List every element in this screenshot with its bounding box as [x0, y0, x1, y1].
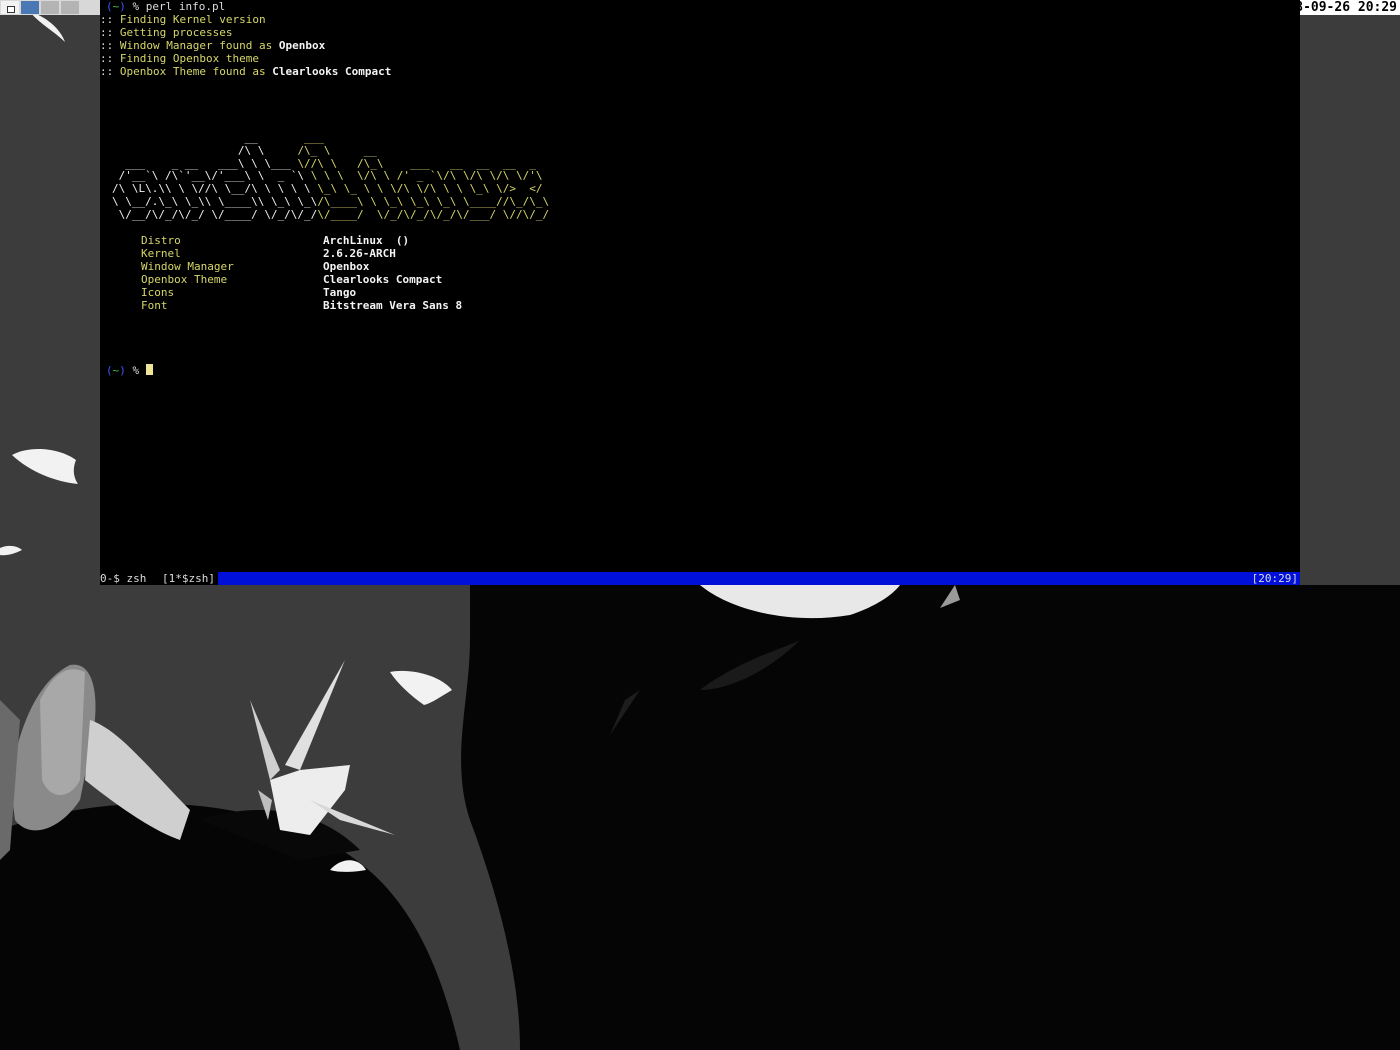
prompt-symbol: %	[132, 0, 140, 13]
info-row-openbox-theme: Openbox Theme Clearlooks Compact	[100, 273, 700, 286]
desktop: 08-09-26 20:29 (~) % perl info.pl :: Fin…	[0, 0, 1400, 1050]
info-row-icons: Icons Tango	[100, 286, 700, 299]
screen-statusbar: 0-$ zsh [1*$zsh] [20:29]	[100, 572, 1300, 585]
status-message: :: Finding Openbox theme	[100, 52, 259, 65]
text-cursor	[145, 364, 153, 375]
prompt-paren: )	[119, 0, 126, 13]
screen-window-0[interactable]: 0-$ zsh	[100, 572, 162, 585]
info-row-kernel: Kernel 2.6.26-ARCH	[100, 247, 700, 260]
info-row-window-manager: Window Manager Openbox	[100, 260, 700, 273]
info-value: Tango	[323, 286, 357, 299]
statusbar-time: [20:29]	[1251, 572, 1298, 585]
prompt-paren: (	[106, 364, 113, 377]
screen-window-1[interactable]: [1*$zsh]	[162, 572, 218, 585]
prompt-paren: (	[106, 0, 113, 13]
info-key: Icons	[141, 286, 175, 299]
info-value: Clearlooks Compact	[323, 273, 443, 286]
ascii-art-logo: __ ___ /\ \ /\_ \ __ ___ _ __ ___\ \ \__…	[112, 131, 550, 221]
prompt-line[interactable]: (~) %	[106, 364, 153, 377]
info-key: Openbox Theme	[141, 273, 228, 286]
desktop-pager[interactable]	[0, 0, 100, 15]
status-message: :: Openbox Theme found as Clearlooks Com…	[100, 65, 392, 78]
info-key: Font	[141, 299, 168, 312]
clock: 08-09-26 20:29	[1287, 0, 1400, 15]
pager-desktop-2[interactable]	[21, 1, 39, 14]
info-row-distro: Distro ArchLinux ()	[100, 234, 700, 247]
prompt-paren: )	[119, 364, 126, 377]
terminal-window[interactable]: (~) % perl info.pl :: Finding Kernel ver…	[100, 0, 1300, 572]
pager-desktop-1[interactable]	[1, 1, 19, 14]
pager-desktop-4[interactable]	[61, 1, 79, 14]
info-key: Distro	[141, 234, 181, 247]
prompt-symbol: %	[132, 364, 140, 377]
status-message: :: Finding Kernel version	[100, 13, 266, 26]
status-message: :: Window Manager found as Openbox	[100, 39, 326, 52]
status-message: :: Getting processes	[100, 26, 233, 39]
command-text: perl info.pl	[145, 0, 226, 13]
info-key: Window Manager	[141, 260, 234, 273]
info-key: Kernel	[141, 247, 181, 260]
command-line: (~) % perl info.pl	[106, 0, 225, 13]
info-value: ArchLinux ()	[323, 234, 410, 247]
info-value: Openbox	[323, 260, 370, 273]
info-value: Bitstream Vera Sans 8	[323, 299, 463, 312]
pager-desktop-3[interactable]	[41, 1, 59, 14]
info-row-font: Font Bitstream Vera Sans 8	[100, 299, 700, 312]
info-value: 2.6.26-ARCH	[323, 247, 396, 260]
